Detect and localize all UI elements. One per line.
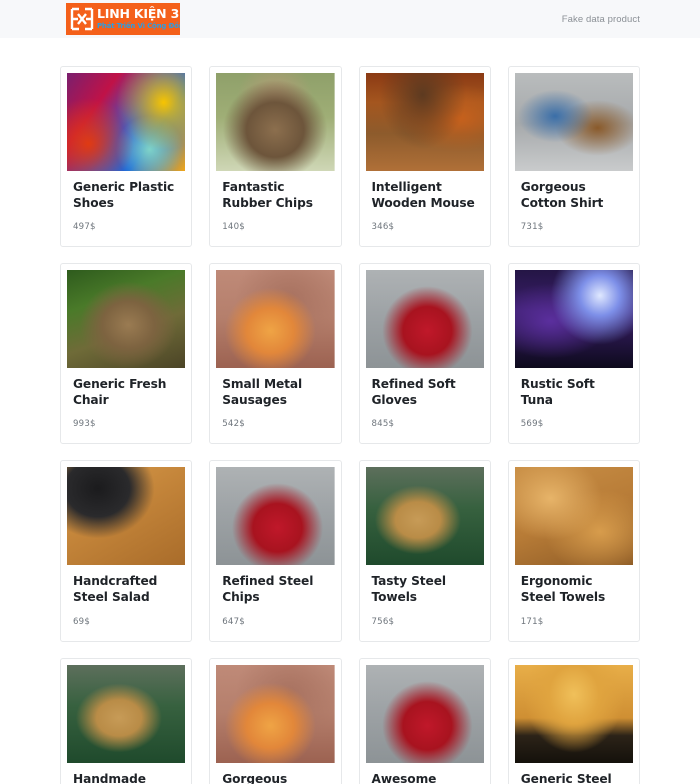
product-title: Intelligent Wooden Mouse: [371, 180, 475, 210]
product-title: Fantastic Rubber Chips: [222, 180, 313, 210]
brand-monogram-icon: [69, 6, 95, 32]
product-image[interactable]: [514, 73, 633, 171]
product-title: Gorgeous Cotton Shirt: [520, 180, 604, 210]
product-info: Refined Soft Gloves 845$: [366, 368, 484, 443]
product-card[interactable]: Generic Steel Pizza54$: [507, 657, 640, 784]
product-title: Refined Steel Chips: [222, 574, 314, 605]
product-card[interactable]: Gorgeous Cotton Shirt 731$: [507, 66, 640, 248]
product-info: Gorgeous Wooden Keyboard101$: [216, 763, 334, 784]
product-image[interactable]: [514, 664, 633, 763]
product-title: Awesome Plastic Gloves: [371, 771, 437, 784]
product-image[interactable]: [365, 664, 484, 763]
product-image[interactable]: [365, 270, 484, 369]
product-title: Generic Fresh Chair: [73, 377, 167, 407]
product-card[interactable]: Tasty Steel Towels 756$: [358, 460, 491, 642]
product-title: Handcrafted Steel Salad: [73, 574, 158, 605]
product-info: Generic Plastic Shoes 497$: [67, 171, 185, 246]
product-info: Small Metal Sausages 542$: [216, 368, 334, 443]
product-image[interactable]: [67, 270, 186, 369]
product-image[interactable]: [216, 664, 335, 763]
product-price: 756$: [371, 616, 395, 627]
product-title: Rustic Soft Tuna: [520, 377, 595, 407]
brand-text: LINH KIỆN 3M Phát Triển Vì Cộng Đồng: [97, 8, 180, 30]
product-price: 731$: [520, 222, 544, 233]
product-price: 647$: [222, 616, 245, 627]
product-image[interactable]: [67, 73, 186, 171]
site-header: LINH KIỆN 3M Phát Triển Vì Cộng Đồng Fak…: [0, 0, 700, 38]
product-card[interactable]: Ergonomic Steel Towels 171$: [507, 460, 640, 642]
product-info: Ergonomic Steel Towels 171$: [515, 565, 633, 640]
product-price: 140$: [222, 222, 245, 233]
product-price: 542$: [222, 419, 245, 430]
product-price: 346$: [371, 222, 395, 233]
product-image[interactable]: [67, 664, 186, 763]
product-card[interactable]: Refined Steel Chips 647$: [209, 460, 342, 642]
product-price: 171$: [520, 616, 544, 627]
product-info: Generic Fresh Chair 993$: [67, 368, 185, 443]
product-info: Fantastic Rubber Chips 140$: [216, 171, 334, 246]
product-image[interactable]: [514, 467, 633, 566]
product-info: Handcrafted Steel Salad 69$: [67, 565, 185, 640]
product-image[interactable]: [514, 270, 633, 369]
product-price: 497$: [73, 222, 96, 233]
product-title: Small Metal Sausages: [222, 377, 303, 407]
product-card[interactable]: Refined Soft Gloves 845$: [358, 263, 491, 445]
brand-title: LINH KIỆN 3M: [97, 6, 180, 22]
product-card[interactable]: Generic Fresh Chair 993$: [60, 263, 193, 445]
product-info: Handmade Granite Cheese857$: [67, 763, 185, 784]
product-info: Rustic Soft Tuna 569$: [515, 368, 633, 443]
product-title: Handmade Granite Cheese: [73, 771, 146, 784]
product-card[interactable]: Fantastic Rubber Chips 140$: [209, 66, 342, 248]
product-title: Refined Soft Gloves: [371, 377, 456, 407]
product-card[interactable]: Handmade Granite Cheese857$: [60, 657, 193, 784]
product-image[interactable]: [67, 467, 186, 566]
brand-logo[interactable]: LINH KIỆN 3M Phát Triển Vì Cộng Đồng: [66, 3, 180, 35]
header-note: Fake data product: [561, 13, 640, 25]
product-title: Gorgeous Wooden Keyboard: [222, 771, 288, 784]
product-price: 993$: [73, 419, 96, 430]
product-info: Refined Steel Chips 647$: [216, 565, 334, 640]
product-price: 69$: [73, 616, 91, 627]
product-image[interactable]: [216, 73, 335, 171]
product-info: Gorgeous Cotton Shirt 731$: [515, 171, 633, 246]
product-title: Tasty Steel Towels: [371, 574, 447, 605]
product-title: Generic Plastic Shoes: [73, 180, 175, 210]
product-info: Tasty Steel Towels 756$: [366, 565, 484, 640]
product-image[interactable]: [365, 73, 484, 171]
product-card[interactable]: Handcrafted Steel Salad 69$: [60, 460, 193, 642]
brand-subtitle: Phát Triển Vì Cộng Đồng: [97, 21, 180, 30]
product-card[interactable]: Rustic Soft Tuna 569$: [507, 263, 640, 445]
product-info: Intelligent Wooden Mouse 346$: [366, 171, 484, 246]
product-price: 569$: [520, 419, 544, 430]
product-card[interactable]: Intelligent Wooden Mouse 346$: [358, 66, 491, 248]
product-info: Generic Steel Pizza54$: [515, 763, 633, 784]
product-card[interactable]: Gorgeous Wooden Keyboard101$: [209, 657, 342, 784]
product-title: Generic Steel Pizza: [520, 771, 612, 784]
product-title: Ergonomic Steel Towels: [520, 574, 606, 605]
page-body: Generic Plastic Shoes 497$ Fantastic Rubbe…: [0, 38, 700, 784]
product-image[interactable]: [216, 467, 335, 566]
product-grid: Generic Plastic Shoes 497$ Fantastic Rubbe…: [60, 38, 640, 784]
product-info: Awesome Plastic Gloves164$: [366, 763, 484, 784]
product-card[interactable]: Awesome Plastic Gloves164$: [358, 657, 491, 784]
product-card[interactable]: Generic Plastic Shoes 497$: [60, 66, 193, 248]
product-image[interactable]: [216, 270, 335, 369]
product-image[interactable]: [365, 467, 484, 566]
product-price: 845$: [371, 419, 395, 430]
product-card[interactable]: Small Metal Sausages 542$: [209, 263, 342, 445]
